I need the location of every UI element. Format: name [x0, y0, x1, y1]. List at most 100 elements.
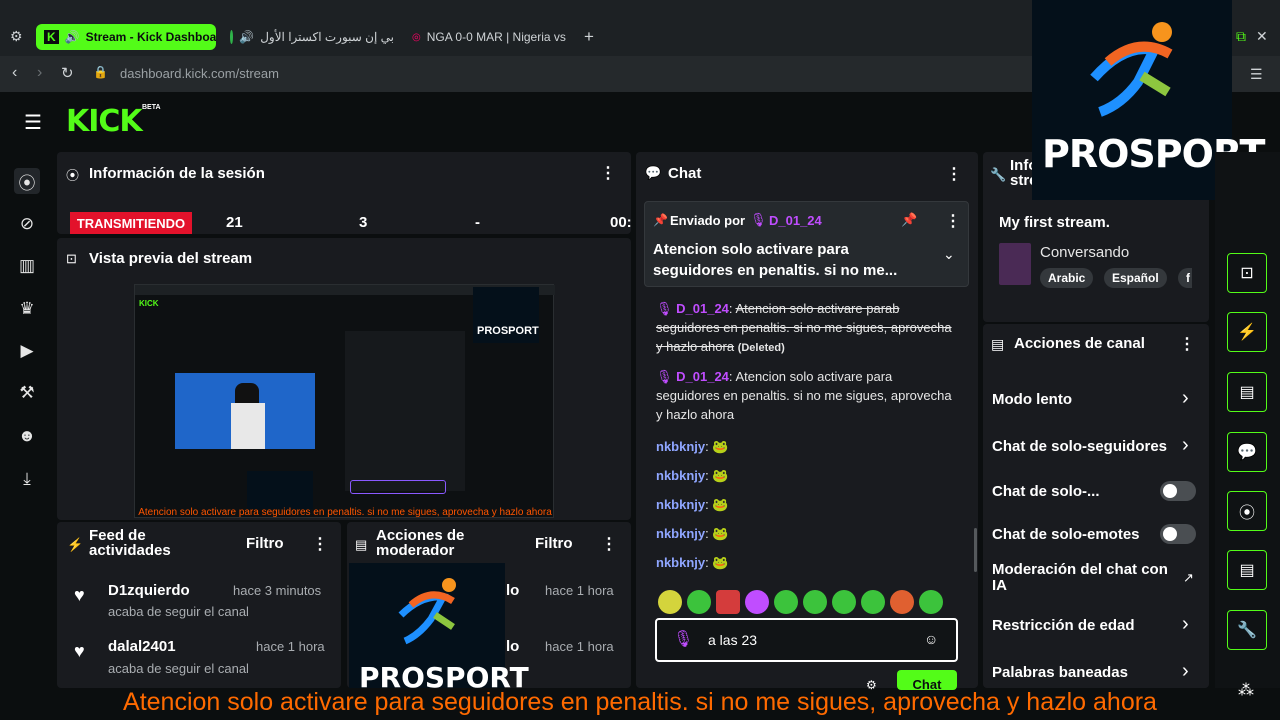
- chat-message[interactable]: 🎙 D_01_24: Atencion solo activare parab …: [656, 299, 958, 358]
- emote-icon[interactable]: [687, 590, 711, 614]
- new-tab-button[interactable]: +: [584, 27, 594, 47]
- tab-bein-sport[interactable]: 🔊 بي إن سبورت اكسترا الأول: [222, 24, 402, 50]
- download-nav-icon[interactable]: ⤓: [14, 466, 40, 492]
- mod-actions-toggle-icon[interactable]: ▤: [1227, 550, 1267, 590]
- chat-message[interactable]: nkbknjy: 🐸: [656, 466, 729, 485]
- hamburger-menu-icon[interactable]: ☰: [24, 110, 42, 135]
- session-menu-icon[interactable]: ⋮: [600, 163, 616, 183]
- emote-icon[interactable]: [919, 590, 943, 614]
- quick-actions-icon[interactable]: ⚡: [1227, 312, 1267, 352]
- emote-icon[interactable]: [716, 590, 740, 614]
- age-restriction-label[interactable]: Restricción de edad: [992, 617, 1135, 634]
- speaker-icon: 🔊: [64, 30, 80, 44]
- pinned-user[interactable]: D_01_24: [769, 213, 822, 228]
- moderator-user[interactable]: lo: [506, 582, 519, 599]
- back-icon[interactable]: ‹: [12, 64, 17, 82]
- emote-icon[interactable]: [803, 590, 827, 614]
- browser-menu-icon[interactable]: ⚙: [10, 28, 23, 45]
- activity-user[interactable]: dalal2401: [108, 638, 176, 655]
- slow-mode-label[interactable]: Modo lento: [992, 391, 1072, 408]
- emote-icon[interactable]: [861, 590, 885, 614]
- close-window-icon[interactable]: ✕: [1256, 28, 1268, 45]
- extension-icon[interactable]: ⧉: [1236, 28, 1246, 45]
- chat-input-value[interactable]: a las 23: [708, 632, 757, 648]
- chat-user[interactable]: nkbknjy: [656, 526, 705, 541]
- pinned-menu-icon[interactable]: ⋮: [945, 211, 961, 231]
- chat-toggle-icon[interactable]: 💬: [1227, 432, 1267, 472]
- emote-icon[interactable]: [658, 590, 682, 614]
- external-link-icon[interactable]: ↗: [1183, 570, 1194, 586]
- preview-caption: Atencion solo activare para seguidores e…: [138, 507, 552, 518]
- chevron-right-icon[interactable]: ›: [1182, 387, 1189, 410]
- beta-label: BETA: [142, 104, 161, 111]
- emotes-only-toggle[interactable]: [1160, 524, 1196, 544]
- ai-moderation-label[interactable]: Moderación del chat con IA: [992, 562, 1172, 594]
- chat-message[interactable]: nkbknjy: 🐸: [656, 495, 729, 514]
- chat-send-button[interactable]: Chat: [897, 670, 957, 690]
- link-nav-icon[interactable]: ⊘: [14, 211, 40, 237]
- preview-toggle-icon[interactable]: ⊡: [1227, 253, 1267, 293]
- chat-menu-icon[interactable]: ⋮: [946, 164, 962, 184]
- moderator-filter-button[interactable]: Filtro: [535, 535, 573, 552]
- emote-icon[interactable]: [774, 590, 798, 614]
- emote-icon[interactable]: [745, 590, 769, 614]
- tools-nav-icon[interactable]: ⚒: [14, 380, 40, 406]
- chat-user[interactable]: nkbknjy: [656, 439, 705, 454]
- emote-icon[interactable]: [832, 590, 856, 614]
- chat-user[interactable]: nkbknjy: [656, 468, 705, 483]
- emoji-picker-icon[interactable]: ☺: [924, 631, 938, 647]
- category-thumbnail[interactable]: [999, 243, 1031, 285]
- unpin-icon[interactable]: 📌: [901, 212, 917, 228]
- chat-message[interactable]: nkbknjy: 🐸: [656, 553, 729, 572]
- users-nav-icon[interactable]: ☻: [14, 423, 40, 449]
- chat-user[interactable]: D_01_24: [676, 301, 729, 316]
- activity-filter-button[interactable]: Filtro: [246, 535, 284, 552]
- chat-user[interactable]: nkbknjy: [656, 555, 705, 570]
- chat-user[interactable]: D_01_24: [676, 369, 729, 384]
- followers-only-label[interactable]: Chat de solo-seguidores: [992, 438, 1167, 455]
- subs-only-toggle[interactable]: [1160, 481, 1196, 501]
- tab-label: NGA 0-0 MAR | Nigeria vs: [426, 30, 566, 44]
- duration-stat: 00:: [610, 214, 632, 231]
- tools-toggle-icon[interactable]: 🔧: [1227, 610, 1267, 650]
- notes-icon[interactable]: ▤: [1227, 372, 1267, 412]
- kick-logo[interactable]: KICK: [66, 104, 143, 139]
- chevron-right-icon[interactable]: ›: [1182, 434, 1189, 457]
- chevron-right-icon[interactable]: ›: [1182, 613, 1189, 636]
- url-text[interactable]: dashboard.kick.com/stream: [120, 66, 279, 81]
- broadcast-toggle-icon[interactable]: ⦿: [1227, 491, 1267, 531]
- chevron-right-icon[interactable]: ›: [1182, 660, 1189, 683]
- reload-icon[interactable]: ↻: [61, 64, 74, 82]
- analytics-nav-icon[interactable]: ▥: [14, 253, 40, 279]
- forward-icon[interactable]: ›: [37, 64, 42, 82]
- trophy-nav-icon[interactable]: ♛: [14, 296, 40, 322]
- chat-input[interactable]: [655, 618, 958, 662]
- activity-menu-icon[interactable]: ⋮: [312, 534, 328, 554]
- tag-chip[interactable]: Arabic: [1040, 268, 1094, 288]
- tag-chip[interactable]: Español: [1104, 268, 1167, 288]
- tab-label: Stream - Kick Dashboa: [85, 30, 216, 44]
- emote-icon[interactable]: [890, 590, 914, 614]
- activity-time: hace 3 minutos: [233, 583, 322, 598]
- moderator-user[interactable]: lo: [506, 638, 519, 655]
- chat-message[interactable]: nkbknjy: 🐸: [656, 437, 729, 456]
- video-nav-icon[interactable]: ▶: [14, 338, 40, 364]
- banned-words-label[interactable]: Palabras baneadas: [992, 664, 1128, 681]
- activity-user[interactable]: D1zquierdo: [108, 582, 190, 599]
- browser-settings-icon[interactable]: ☰: [1250, 66, 1263, 83]
- preview-video[interactable]: KICK PROSPORT Atencion solo activare par…: [134, 284, 555, 518]
- tag-chip[interactable]: f: [1178, 268, 1192, 288]
- chat-user[interactable]: nkbknjy: [656, 497, 705, 512]
- channel-actions-menu-icon[interactable]: ⋮: [1179, 334, 1195, 354]
- moderator-menu-icon[interactable]: ⋮: [601, 534, 617, 554]
- chat-message[interactable]: nkbknjy: 🐸: [656, 524, 729, 543]
- stream-nav-icon[interactable]: ⦿: [14, 168, 40, 194]
- stream-category[interactable]: Conversando: [1040, 244, 1129, 261]
- chat-scrollbar[interactable]: [974, 528, 977, 572]
- chevron-down-icon[interactable]: ⌄: [943, 246, 955, 263]
- tab-stream-dashboard[interactable]: K 🔊 Stream - Kick Dashboa: [36, 24, 216, 50]
- emotes-only-label: Chat de solo-emotes: [992, 526, 1140, 543]
- chat-message[interactable]: 🎙 D_01_24: Atencion solo activare para s…: [656, 367, 958, 424]
- tab-nigeria-morocco[interactable]: ◎ NGA 0-0 MAR | Nigeria vs: [404, 24, 576, 50]
- chat-title: Chat: [668, 165, 702, 182]
